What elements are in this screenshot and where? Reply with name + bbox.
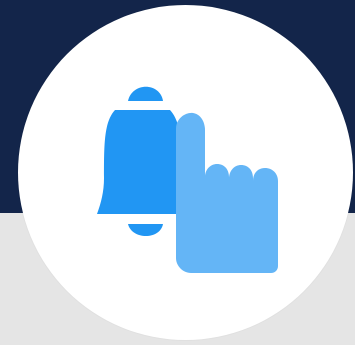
pointing-hand-icon (176, 112, 278, 273)
doorbell-press-icon (97, 86, 278, 273)
doorbell-illustration (0, 0, 355, 345)
bell-icon (97, 86, 188, 236)
